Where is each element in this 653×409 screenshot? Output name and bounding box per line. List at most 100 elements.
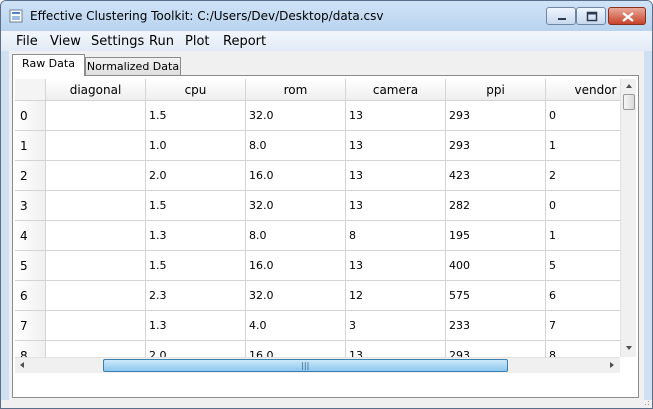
tab-pane: diagonal cpu rom camera ppi vendor 0 1.5 32.0 13 2… — [12, 75, 639, 398]
maximize-button[interactable] — [576, 7, 606, 25]
table-cell-cpu[interactable]: 2.3 — [146, 281, 246, 311]
scroll-grip-icon: ||| — [301, 361, 310, 370]
row-header[interactable]: 0 — [15, 101, 46, 131]
table-cell-rom[interactable]: 8.0 — [246, 221, 346, 251]
table-cell-camera[interactable]: 12 — [346, 281, 446, 311]
table-cell-ppi[interactable]: 282 — [446, 191, 546, 221]
table-cell-camera[interactable]: 13 — [346, 341, 446, 357]
table-cell-vendor[interactable]: 8 — [546, 341, 620, 357]
scroll-down-arrow-icon[interactable] — [621, 341, 637, 355]
table-cell-rom[interactable]: 8.0 — [246, 131, 346, 161]
table-cell-vendor[interactable]: 5 — [546, 251, 620, 281]
resize-grip-icon[interactable] — [642, 400, 650, 407]
table-cell-ppi[interactable]: 400 — [446, 251, 546, 281]
table-cell-cpu[interactable]: 1.5 — [146, 251, 246, 281]
table-cell-rom[interactable]: 16.0 — [246, 341, 346, 357]
menu-report[interactable]: Report — [223, 34, 266, 49]
table-cell-diagonal[interactable] — [46, 251, 146, 281]
table-cell-vendor[interactable]: 1 — [546, 221, 620, 251]
row-header[interactable]: 8 — [15, 341, 46, 357]
app-window: Effective Clustering Toolkit: C:/Users/D… — [0, 0, 653, 409]
row-header[interactable]: 3 — [15, 191, 46, 221]
scroll-left-arrow-icon[interactable] — [15, 358, 31, 372]
table-cell-rom[interactable]: 16.0 — [246, 251, 346, 281]
table-cell-rom[interactable]: 4.0 — [246, 311, 346, 341]
row-header[interactable]: 6 — [15, 281, 46, 311]
column-header-cpu[interactable]: cpu — [146, 79, 246, 101]
table-cell-camera[interactable]: 13 — [346, 131, 446, 161]
horizontal-scrollbar[interactable]: ||| — [15, 357, 620, 373]
column-header-ppi[interactable]: ppi — [446, 79, 546, 101]
row-header[interactable]: 7 — [15, 311, 46, 341]
column-header-rom[interactable]: rom — [246, 79, 346, 101]
table-cell-diagonal[interactable] — [46, 131, 146, 161]
close-button[interactable] — [608, 7, 646, 25]
table-cell-ppi[interactable]: 195 — [446, 221, 546, 251]
window-title: Effective Clustering Toolkit: C:/Users/D… — [30, 9, 384, 23]
horizontal-scroll-thumb[interactable]: ||| — [103, 359, 509, 372]
row-header[interactable]: 5 — [15, 251, 46, 281]
table-cell-diagonal[interactable] — [46, 281, 146, 311]
row-header[interactable]: 2 — [15, 161, 46, 191]
table-cell-camera[interactable]: 13 — [346, 101, 446, 131]
table-cell-vendor[interactable]: 1 — [546, 131, 620, 161]
table-cell-diagonal[interactable] — [46, 311, 146, 341]
table-cell-vendor[interactable]: 0 — [546, 191, 620, 221]
table-cell-diagonal[interactable] — [46, 221, 146, 251]
table-cell-vendor[interactable]: 2 — [546, 161, 620, 191]
table-cell-camera[interactable]: 13 — [346, 191, 446, 221]
table-cell-camera[interactable]: 13 — [346, 251, 446, 281]
menu-view[interactable]: View — [50, 34, 81, 49]
main-panel: Raw Data Normalized Data diagonal cpu rom c… — [9, 51, 644, 400]
table-cell-ppi[interactable]: 293 — [446, 341, 546, 357]
table-cell-diagonal[interactable] — [46, 161, 146, 191]
table-cell-diagonal[interactable] — [46, 101, 146, 131]
table-cell-cpu[interactable]: 1.5 — [146, 191, 246, 221]
table-cell-rom[interactable]: 32.0 — [246, 191, 346, 221]
menu-run[interactable]: Run — [149, 34, 174, 49]
status-bar — [1, 400, 652, 408]
table-cell-ppi[interactable]: 423 — [446, 161, 546, 191]
close-icon — [622, 12, 634, 22]
column-header-diagonal[interactable]: diagonal — [46, 79, 146, 101]
table-cell-cpu[interactable]: 2.0 — [146, 161, 246, 191]
table-cell-cpu[interactable]: 1.0 — [146, 131, 246, 161]
table-cell-ppi[interactable]: 293 — [446, 101, 546, 131]
menu-plot[interactable]: Plot — [185, 34, 210, 49]
table-cell-rom[interactable]: 32.0 — [246, 101, 346, 131]
table-cell-vendor[interactable]: 6 — [546, 281, 620, 311]
table-cell-camera[interactable]: 13 — [346, 161, 446, 191]
tab-raw-data[interactable]: Raw Data — [12, 54, 85, 76]
table-cell-camera[interactable]: 3 — [346, 311, 446, 341]
table-cell-diagonal[interactable] — [46, 191, 146, 221]
table-cell-rom[interactable]: 16.0 — [246, 161, 346, 191]
vertical-scroll-thumb[interactable] — [623, 94, 635, 110]
table-cell-cpu[interactable]: 2.0 — [146, 341, 246, 357]
maximize-icon — [586, 11, 598, 22]
table-cell-rom[interactable]: 32.0 — [246, 281, 346, 311]
scroll-up-arrow-icon[interactable] — [621, 79, 637, 93]
table-cell-ppi[interactable]: 233 — [446, 311, 546, 341]
table-cell-vendor[interactable]: 0 — [546, 101, 620, 131]
tab-normalized-data[interactable]: Normalized Data — [85, 57, 181, 77]
table-cell-cpu[interactable]: 1.3 — [146, 311, 246, 341]
table-cell-camera[interactable]: 8 — [346, 221, 446, 251]
title-bar[interactable]: Effective Clustering Toolkit: C:/Users/D… — [1, 1, 652, 31]
row-header[interactable]: 1 — [15, 131, 46, 161]
table-cell-ppi[interactable]: 293 — [446, 131, 546, 161]
table-cell-cpu[interactable]: 1.5 — [146, 101, 246, 131]
minimize-button[interactable] — [546, 7, 576, 25]
table-cell-vendor[interactable]: 7 — [546, 311, 620, 341]
scroll-right-arrow-icon[interactable] — [604, 358, 620, 372]
column-header-camera[interactable]: camera — [346, 79, 446, 101]
data-table[interactable]: diagonal cpu rom camera ppi vendor 0 1.5 32.0 13 2… — [15, 79, 620, 357]
vertical-scrollbar[interactable] — [620, 79, 636, 357]
menu-settings[interactable]: Settings — [91, 34, 144, 49]
row-header[interactable]: 4 — [15, 221, 46, 251]
table-corner-button[interactable] — [15, 79, 46, 101]
table-cell-diagonal[interactable] — [46, 341, 146, 357]
table-cell-cpu[interactable]: 1.3 — [146, 221, 246, 251]
column-header-vendor[interactable]: vendor — [546, 79, 620, 101]
menu-file[interactable]: File — [16, 34, 38, 49]
table-cell-ppi[interactable]: 575 — [446, 281, 546, 311]
